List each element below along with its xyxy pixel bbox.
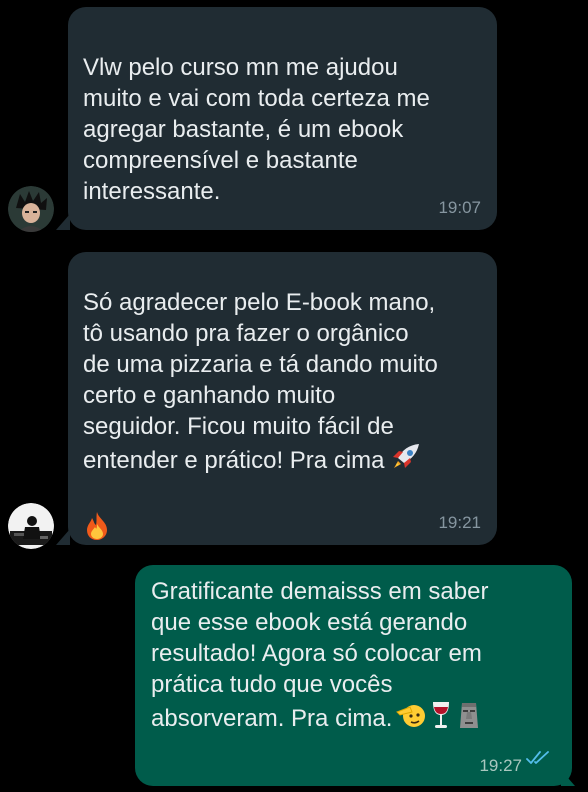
sender-avatar[interactable]: [8, 503, 54, 549]
message-text: Gratificante demaisss em saber que esse …: [151, 576, 566, 738]
fire-icon: [83, 511, 111, 549]
message-text: Vlw pelo curso mn me ajudou muito e vai …: [83, 54, 430, 205]
rocket-icon: [389, 442, 421, 480]
wine-glass-icon: [430, 700, 452, 738]
message-text-body: Só agradecer pelo E-book mano, tô usando…: [83, 289, 438, 474]
outgoing-message-bubble[interactable]: Gratificante demaisss em saber que esse …: [135, 565, 572, 786]
message-timestamp: 19:07: [438, 198, 481, 217]
incoming-message-bubble[interactable]: Vlw pelo curso mn me ajudou muito e vai …: [68, 7, 497, 230]
saluting-face-icon: [396, 700, 426, 738]
incoming-message-bubble[interactable]: Só agradecer pelo E-book mano, tô usando…: [68, 252, 497, 545]
message-timestamp: 19:27: [479, 756, 522, 775]
anime-character-avatar-icon: [8, 186, 54, 232]
read-double-check-icon: [526, 743, 550, 774]
message-timestamp: 19:21: [438, 513, 481, 532]
message-text: Só agradecer pelo E-book mano, tô usando…: [83, 287, 493, 549]
person-silhouette-avatar-icon: [8, 503, 54, 549]
moai-icon: [456, 700, 482, 738]
sender-avatar[interactable]: [8, 186, 54, 232]
